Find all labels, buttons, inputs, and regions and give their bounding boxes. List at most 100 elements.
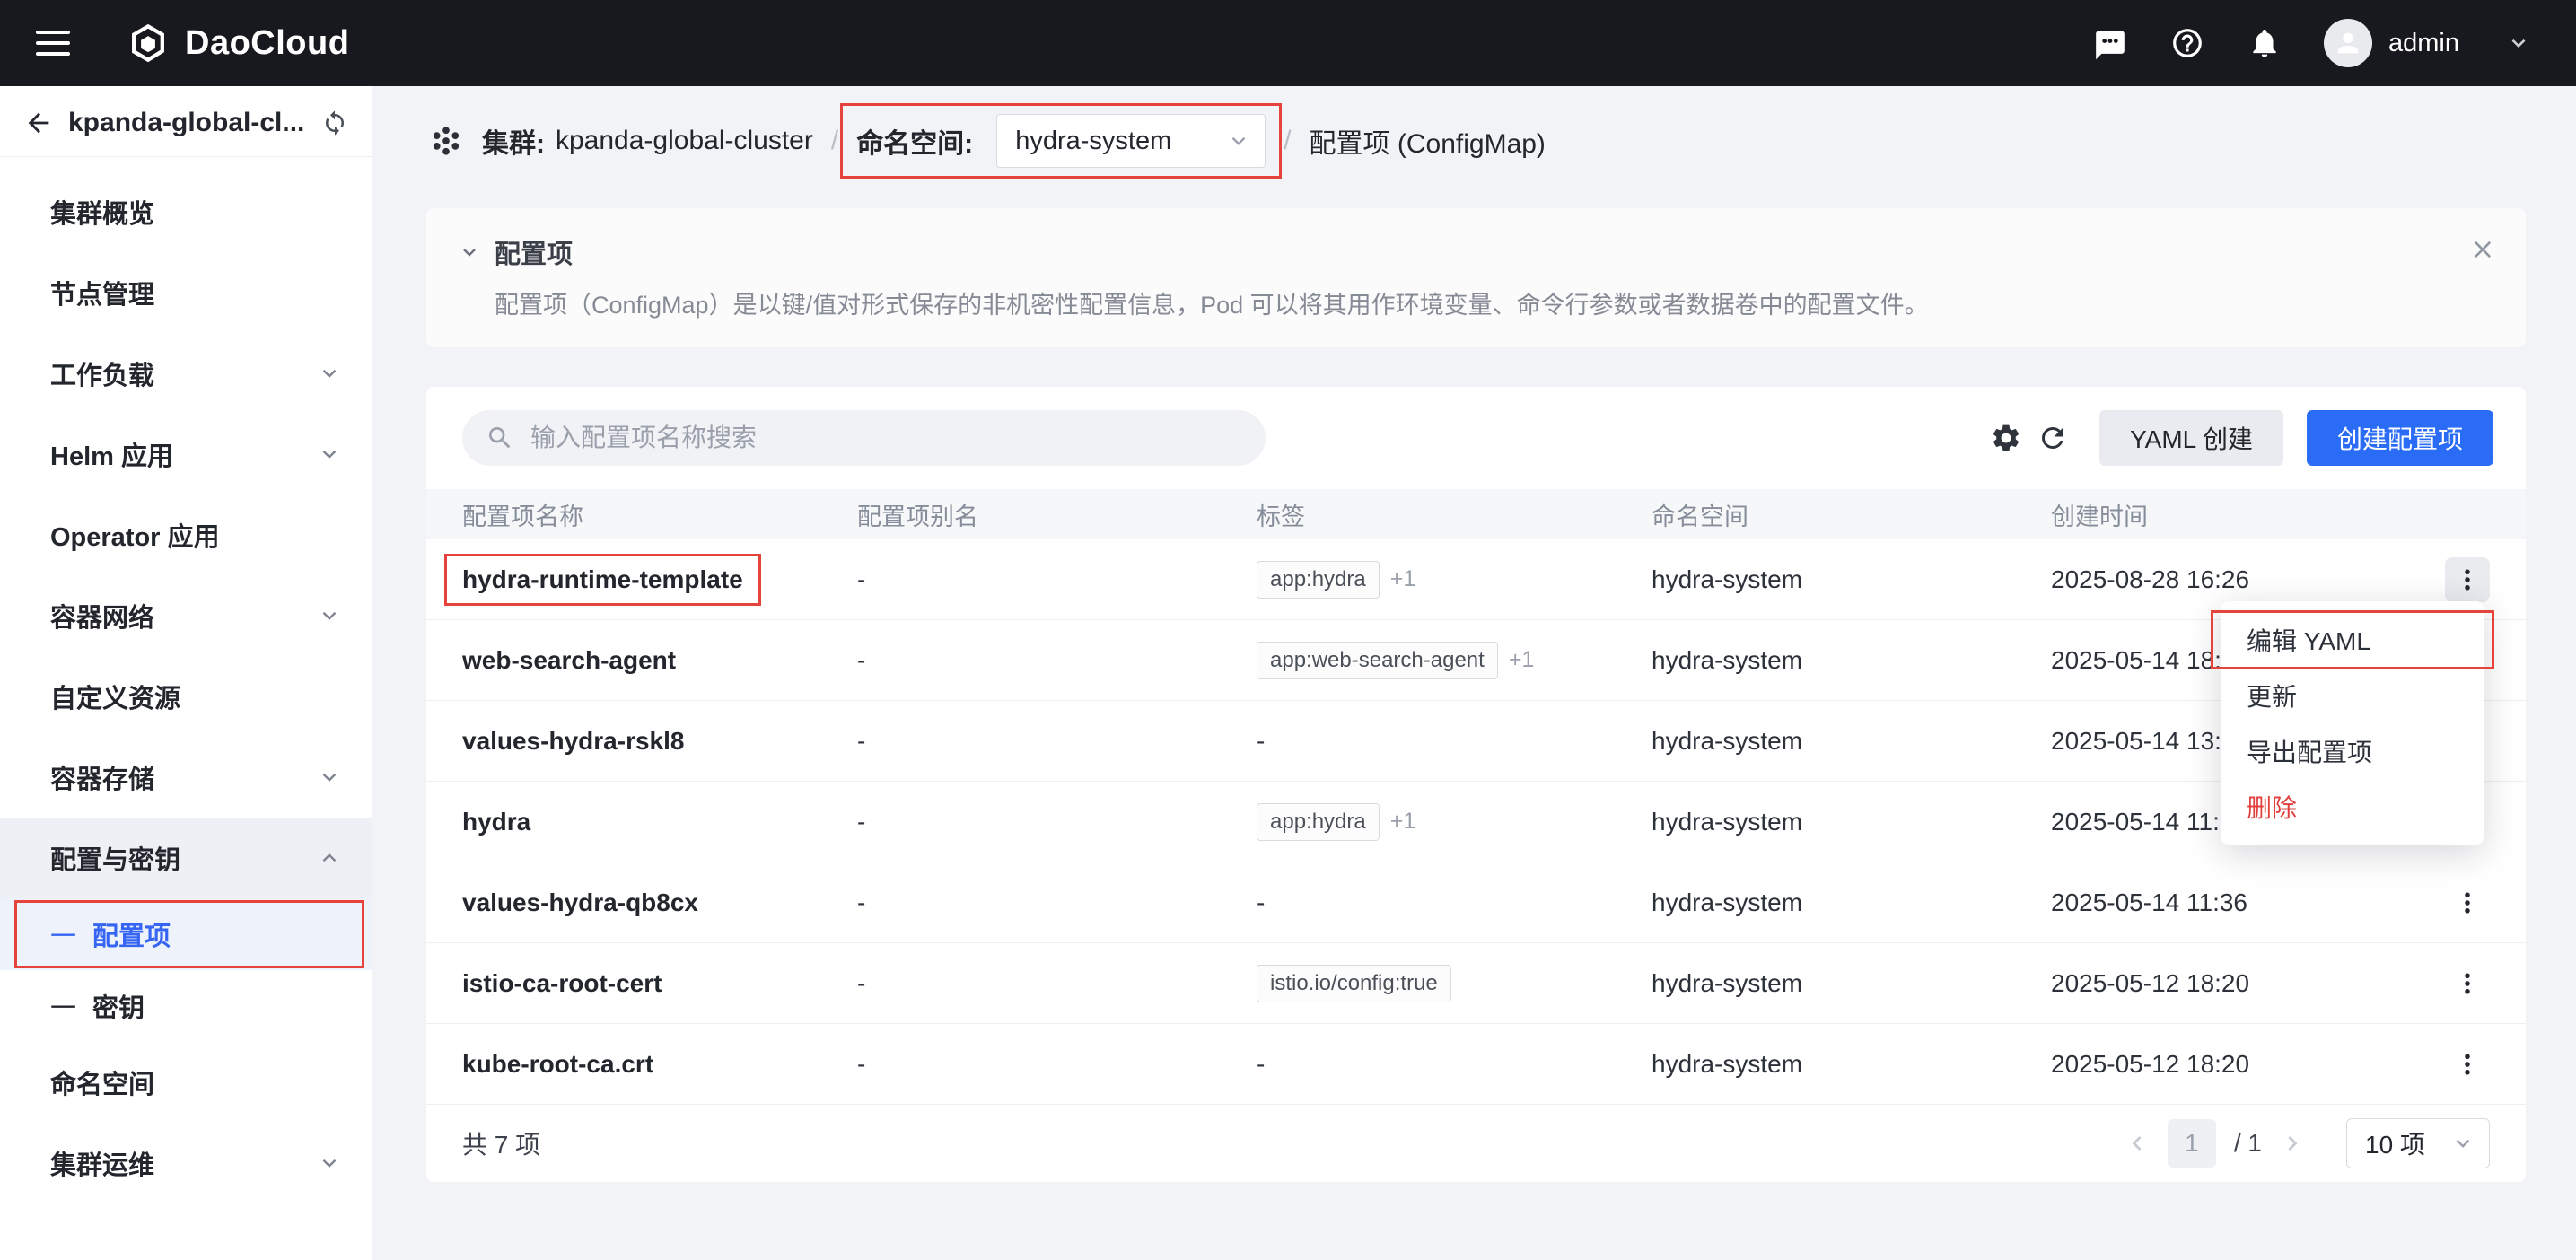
sidebar-item-secrets[interactable]: 密钥 [0,970,372,1042]
refresh-icon[interactable] [2029,415,2076,461]
configmap-name-link[interactable]: istio-ca-root-cert [462,969,857,998]
row-actions-kebab-icon[interactable] [2445,880,2490,925]
yaml-create-button[interactable]: YAML 创建 [2099,410,2283,466]
switch-cluster-icon[interactable] [321,109,348,136]
topbar-actions: admin [2092,19,2537,67]
chat-icon[interactable] [2092,25,2128,61]
next-page-chevron-right-icon[interactable] [2280,1131,2305,1156]
menu-item-export-configmap[interactable]: 导出配置项 [2221,723,2484,779]
user-menu-chevron-down-icon[interactable] [2501,25,2537,61]
label-tag: - [1257,1050,1652,1079]
configmap-name-link[interactable]: values-hydra-qb8cx [462,888,857,917]
page-size-value: 10 项 [2365,1125,2425,1161]
table-row: values-hydra-qb8cx - - hydra-system 2025… [426,862,2526,943]
configmap-alias: - [857,1050,1257,1079]
label-tag-more[interactable]: +1 [1390,809,1416,834]
configmap-name-link[interactable]: hydra-runtime-template [462,565,743,594]
sidebar-item-cluster-ops[interactable]: 集群运维 [0,1123,372,1203]
prev-page-chevron-left-icon[interactable] [2125,1131,2150,1156]
back-arrow-icon[interactable] [23,108,54,138]
banner-description: 配置项（ConfigMap）是以键/值对形式保存的非机密性配置信息，Pod 可以… [459,285,2490,320]
menu-toggle-icon[interactable] [36,31,70,56]
user-name[interactable]: admin [2388,29,2459,58]
label-tag: - [1257,888,1652,917]
table-row: hydra-runtime-template - app:hydra+1 hyd… [426,539,2526,620]
configmap-alias: - [857,808,1257,836]
breadcrumb-separator: / [831,126,838,156]
label-tag-more[interactable]: +1 [1509,647,1535,672]
create-configmap-button[interactable]: 创建配置项 [2307,410,2493,466]
sidebar-item-operator-apps[interactable]: Operator 应用 [0,494,372,575]
banner-collapse-chevron-down-icon[interactable] [459,241,480,263]
brand-name: DaoCloud [185,24,349,63]
label-tag-more[interactable]: +1 [1390,566,1416,591]
row-actions-kebab-icon[interactable] [2445,557,2490,602]
label-tag: istio.io/config:true [1257,965,1451,1002]
sidebar-item-namespaces[interactable]: 命名空间 [0,1042,372,1123]
table-row: values-hydra-rskl8 - - hydra-system 2025… [426,701,2526,782]
sidebar-item-custom-resources[interactable]: 自定义资源 [0,656,372,737]
table-row: web-search-agent - app:web-search-agent+… [426,620,2526,701]
sidebar-item-workloads[interactable]: 工作负载 [0,333,372,414]
info-banner: 配置项 配置项（ConfigMap）是以键/值对形式保存的非机密性配置信息，Po… [426,208,2526,347]
configmap-namespace: hydra-system [1652,565,2051,594]
search-input[interactable] [529,423,1242,453]
menu-item-delete[interactable]: 删除 [2221,779,2484,835]
pagination: 1 / 1 10 项 [2125,1118,2490,1168]
configmap-alias: - [857,727,1257,756]
configmap-name-link[interactable]: values-hydra-rskl8 [462,727,857,756]
column-header-created: 创建时间 [2051,497,2427,532]
configmap-name-link[interactable]: kube-root-ca.crt [462,1050,857,1079]
sidebar-cluster-name[interactable]: kpanda-global-cl... [68,108,307,138]
table-row: istio-ca-root-cert - istio.io/config:tru… [426,943,2526,1024]
chevron-down-icon [1227,129,1250,153]
sidebar-item-container-storage[interactable]: 容器存储 [0,737,372,818]
namespace-selector-group: 命名空间: hydra-system [856,114,1266,168]
namespace-select[interactable]: hydra-system [996,114,1266,168]
chevron-down-icon [318,604,341,627]
breadcrumb-cluster-value: kpanda-global-cluster [556,126,813,156]
configmap-alias: - [857,969,1257,998]
table-footer: 共 7 项 1 / 1 10 项 [426,1105,2526,1182]
cluster-icon [426,121,466,161]
sidebar-item-config-and-secrets[interactable]: 配置与密钥 [0,818,372,898]
column-header-alias: 配置项别名 [857,497,1257,532]
sidebar-item-configmaps[interactable]: 配置项 [0,898,372,970]
banner-close-icon[interactable] [2470,237,2495,262]
configmap-created: 2025-08-28 16:26 [2051,565,2427,594]
row-actions-kebab-icon[interactable] [2445,1042,2490,1087]
user-avatar[interactable] [2324,19,2372,67]
configmap-namespace: hydra-system [1652,888,2051,917]
column-header-labels: 标签 [1257,497,1652,532]
sidebar-item-container-network[interactable]: 容器网络 [0,575,372,656]
menu-item-edit-yaml[interactable]: 编辑 YAML [2221,612,2484,668]
help-icon[interactable] [2169,25,2205,61]
sidebar-item-helm-apps[interactable]: Helm 应用 [0,414,372,494]
sidebar-item-node-management[interactable]: 节点管理 [0,252,372,333]
menu-item-update[interactable]: 更新 [2221,668,2484,723]
configmap-name-link[interactable]: hydra [462,808,857,836]
row-actions-kebab-icon[interactable] [2445,961,2490,1006]
breadcrumb-namespace-label: 命名空间: [856,121,973,161]
breadcrumb-page: 配置项 (ConfigMap) [1310,121,1546,161]
top-bar: DaoCloud admin [0,0,2576,86]
sidebar-nav: 集群概览 节点管理 工作负载 Helm 应用 Operator 应用 容器网络 … [0,157,372,1203]
sidebar: kpanda-global-cl... 集群概览 节点管理 工作负载 Helm … [0,86,372,1260]
configmap-alias: - [857,888,1257,917]
configmap-namespace: hydra-system [1652,969,2051,998]
row-actions-menu: 编辑 YAML 更新 导出配置项 删除 [2221,601,2484,845]
breadcrumb: 集群: kpanda-global-cluster / 命名空间: hydra-… [372,86,2576,196]
configmap-name-link[interactable]: web-search-agent [462,646,857,675]
breadcrumb-cluster-label: 集群: [482,121,545,161]
configmap-namespace: hydra-system [1652,727,2051,756]
table-settings-gear-icon[interactable] [1983,415,2029,461]
chevron-down-icon [318,442,341,466]
sidebar-item-cluster-overview[interactable]: 集群概览 [0,171,372,252]
banner-title: 配置项 [495,233,573,271]
chevron-up-icon [318,846,341,870]
notifications-bell-icon[interactable] [2247,25,2282,61]
current-page-input[interactable]: 1 [2168,1119,2216,1168]
table-row: kube-root-ca.crt - - hydra-system 2025-0… [426,1024,2526,1105]
page-size-select[interactable]: 10 项 [2346,1118,2490,1168]
configmap-namespace: hydra-system [1652,1050,2051,1079]
